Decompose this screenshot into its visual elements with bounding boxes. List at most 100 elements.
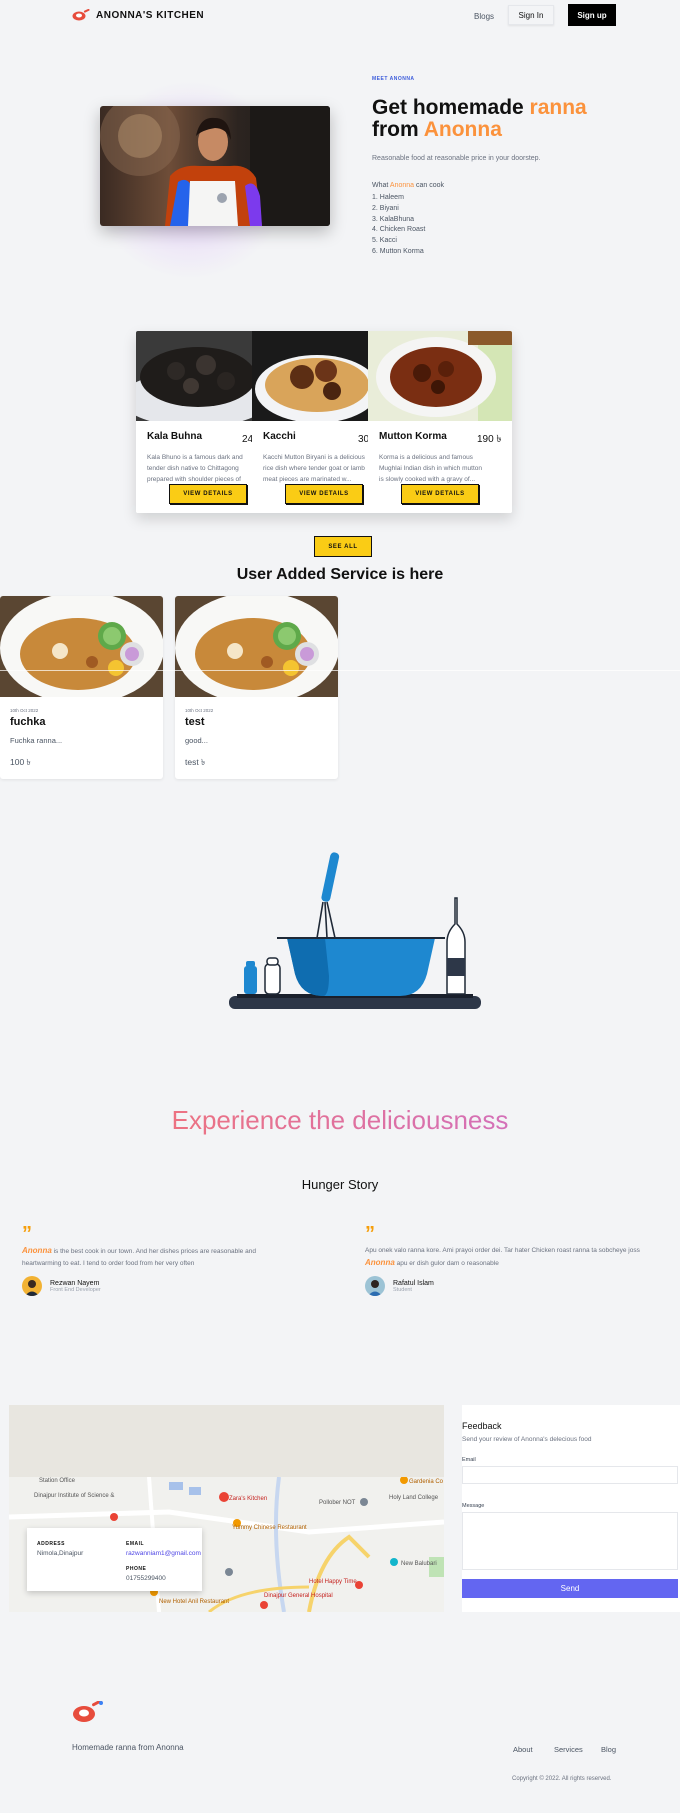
quote-icon: ”	[365, 1223, 375, 1245]
message-field-label: Message	[462, 1503, 485, 1509]
mutton-korma-photo	[368, 331, 512, 421]
map-label: New Hotel Anil Restaurant	[159, 1599, 229, 1605]
author-name: Rezwan Nayem	[50, 1279, 100, 1287]
map-label: Yummy Chinese Restaurant	[232, 1525, 307, 1531]
service-desc: Korma is a delicious and famous Mughlai …	[379, 454, 482, 483]
footer-blog-link[interactable]: Blog	[601, 1745, 616, 1754]
hero-subtitle: Reasonable food at reasonable price in y…	[372, 155, 541, 162]
dish-list: 1. Haleem 2. Biyani 3. KalaBhuna 4. Chic…	[372, 193, 425, 258]
author-name: Rafatul Islam	[393, 1279, 434, 1287]
brand-name: ANONNA'S KITCHEN	[96, 9, 205, 21]
service-desc: Kala Bhuno is a famous dark and tender d…	[147, 454, 243, 483]
send-button[interactable]: Send	[462, 1579, 678, 1598]
view-details-button[interactable]: VIEW DETAILS	[285, 484, 363, 504]
service-price: 190 ৳	[477, 434, 502, 445]
kala-buhna-photo	[136, 331, 271, 421]
chef-photo	[100, 106, 330, 226]
service-card: Kala Buhna 240 ৳ Kala Bhuno is a famous …	[136, 331, 271, 513]
footer-tagline: Homemade ranna from Anonna	[72, 1743, 184, 1752]
service-title: Kala Buhna	[147, 431, 203, 442]
kacchi-photo	[252, 331, 387, 421]
dish-item: 4. Chicken Roast	[372, 226, 426, 234]
feedback-title: Feedback	[462, 1421, 502, 1431]
map-label: Zara's Kitchen	[229, 1496, 267, 1502]
pan-logo-icon	[72, 9, 90, 21]
user-service-card[interactable]: 10th Oct 2022 test good... test ৳	[175, 596, 338, 779]
testimonial-card: ” Anonna is the best cook in our town. A…	[22, 1223, 292, 1296]
hero-title: Get homemade ranna from Anonna	[372, 96, 587, 141]
map-label: New Balubari	[401, 1561, 437, 1567]
nav-blogs-link[interactable]: Blogs	[474, 12, 494, 21]
phone-label: PHONE	[126, 1566, 147, 1572]
service-title: Mutton Korma	[379, 431, 447, 442]
service-desc: good...	[185, 736, 208, 745]
avatar	[22, 1276, 42, 1296]
services-carousel: Kala Buhna 240 ৳ Kala Bhuno is a famous …	[136, 331, 512, 513]
service-title: Kacchi	[263, 431, 296, 442]
user-service-card[interactable]: 10th Oct 2022 fuchka Fuchka ranna... 100…	[0, 596, 163, 779]
email-field-label: Email	[462, 1457, 476, 1463]
feedback-form: Feedback Send your review of Anonna's de…	[462, 1405, 680, 1612]
dish-item: 3. KalaBhuna	[372, 215, 415, 223]
hero-what-cook: What Anonna can cook	[372, 182, 445, 189]
address-value: Nimola,Dinajpur	[37, 1550, 84, 1557]
see-all-button[interactable]: SEE ALL	[314, 536, 372, 557]
quote-icon: ”	[22, 1223, 32, 1245]
service-desc: Kacchi Mutton Biryani is a delicious ric…	[263, 454, 365, 483]
dish-item: 1. Haleem	[372, 194, 404, 201]
map-label: Station Office	[39, 1478, 76, 1484]
experience-title: Experience the deliciousness	[0, 1105, 680, 1136]
user-services-heading: User Added Service is here	[236, 566, 444, 583]
map-label: Holy Land College	[389, 1495, 439, 1501]
author-role: Front End Developer	[50, 1286, 101, 1293]
signup-button[interactable]: Sign up	[568, 4, 616, 26]
service-date: 10th Oct 2022	[10, 708, 39, 713]
divider	[0, 670, 680, 671]
cooking-illustration	[229, 852, 481, 1009]
service-date: 10th Oct 2022	[185, 708, 214, 713]
service-title: fuchka	[10, 716, 46, 728]
feedback-subtitle: Send your review of Anonna's delecious f…	[462, 1436, 592, 1443]
dish-item: 2. Biyani	[372, 204, 399, 212]
brand-logo[interactable]: ANONNA'S KITCHEN	[72, 9, 204, 21]
contact-card: ADDRESS Nimola,Dinajpur EMAIL razwanniam…	[27, 1528, 202, 1591]
testimonial-text: Anonna is the best cook in our town. And…	[22, 1246, 256, 1267]
map-label: Dinajpur General Hospital	[264, 1593, 333, 1599]
testimonial-author: Rezwan Nayem Front End Developer	[22, 1276, 292, 1296]
email-link[interactable]: razwanniam1@gmail.com	[126, 1550, 201, 1557]
email-label: EMAIL	[126, 1541, 145, 1547]
dish-item: 5. Kacci	[372, 237, 397, 245]
footer-logo-icon[interactable]	[72, 1701, 106, 1723]
map-label: Pollober NOT	[319, 1500, 356, 1506]
testimonial-card: ” Apu onek valo ranna kore. Ami prayoi o…	[365, 1223, 655, 1296]
hero-kicker: MEET ANONNA	[372, 76, 415, 82]
message-field[interactable]	[462, 1512, 678, 1570]
footer-about-link[interactable]: About	[513, 1745, 533, 1754]
author-role: Student	[393, 1286, 412, 1293]
map-label: Hotel Happy Time	[309, 1579, 357, 1585]
view-details-button[interactable]: VIEW DETAILS	[401, 484, 479, 504]
hunger-story-title: Hunger Story	[301, 1177, 379, 1192]
map-label: Gardenia Co	[409, 1479, 444, 1485]
service-desc: Fuchka ranna...	[10, 736, 63, 745]
service-price: test ৳	[185, 757, 206, 767]
testimonial-author: Rafatul Islam Student	[365, 1276, 655, 1296]
testimonial-text: Apu onek valo ranna kore. Ami prayoi ord…	[365, 1247, 640, 1267]
email-field[interactable]	[462, 1466, 678, 1484]
address-label: ADDRESS	[37, 1541, 65, 1547]
service-card: Kacchi 300 ৳ Kacchi Mutton Biryani is a …	[252, 331, 387, 513]
biryani-plate-photo	[175, 596, 338, 697]
service-card: Mutton Korma 190 ৳ Korma is a delicious …	[368, 331, 512, 513]
signin-button[interactable]: Sign In	[508, 5, 554, 25]
map-label: Dinajpur Institute of Science &	[34, 1493, 114, 1499]
phone-value: 01755299400	[126, 1575, 166, 1582]
biryani-plate-photo	[0, 596, 163, 697]
map-background	[9, 1405, 444, 1477]
copyright: Copyright © 2022. All rights reserved.	[512, 1776, 612, 1782]
avatar	[365, 1276, 385, 1296]
view-details-button[interactable]: VIEW DETAILS	[169, 484, 247, 504]
footer-services-link[interactable]: Services	[554, 1745, 583, 1754]
service-price: 100 ৳	[10, 757, 31, 767]
dish-item: 6. Mutton Korma	[372, 247, 424, 255]
service-title: test	[185, 716, 205, 728]
